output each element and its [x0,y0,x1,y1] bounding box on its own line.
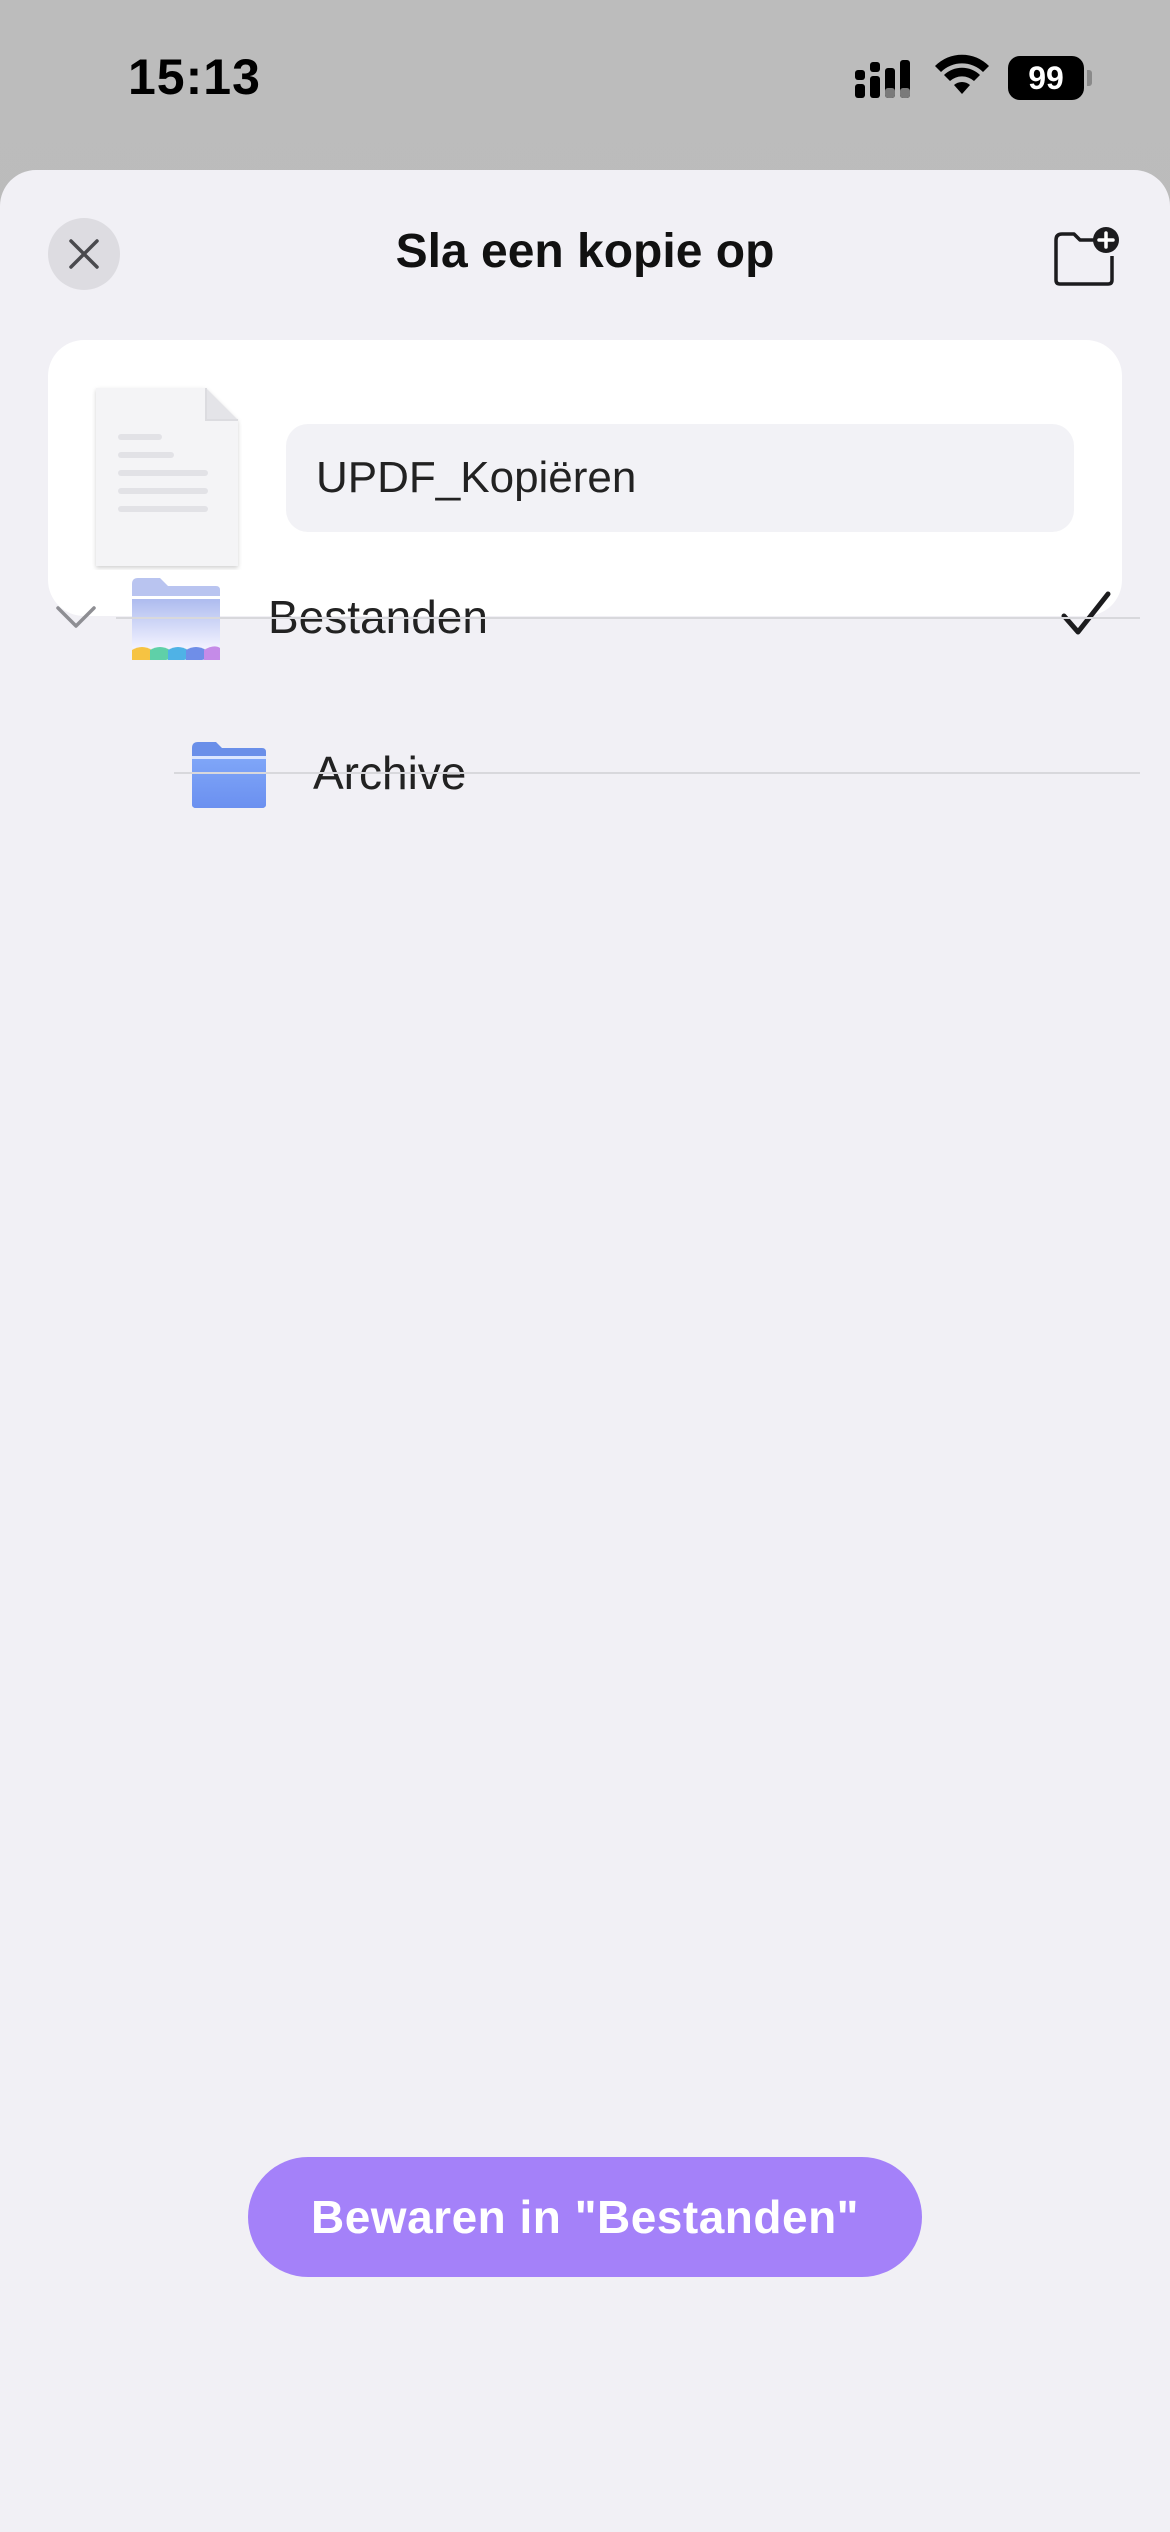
battery-tip [1087,70,1092,86]
cellular-signal-icon [855,60,910,98]
status-bar: 15:13 99 [0,0,1170,170]
save-copy-sheet: Sla een kopie op UPDF_Kopiëren Bestanden… [0,170,1170,2532]
wifi-icon [935,54,989,94]
folder-icon [192,742,266,808]
battery-indicator: 99 [1008,56,1092,100]
divider [174,772,1140,774]
file-name-input[interactable]: UPDF_Kopiëren [286,424,1074,532]
checkmark-icon [1061,591,1111,635]
save-button[interactable]: Bewaren in "Bestanden" [248,2157,922,2277]
sheet-title: Sla een kopie op [395,225,775,278]
folder-row-archive[interactable]: Archive [0,696,1170,852]
new-folder-icon[interactable] [1050,226,1120,288]
files-app-folder-icon [132,578,220,660]
chevron-down-icon[interactable] [54,602,98,632]
battery-level: 99 [1008,56,1084,100]
status-time: 15:13 [128,49,261,105]
divider [116,617,1140,619]
screen: 15:13 99 Sla een kopie op UPDF_Kopiëren … [0,0,1170,2532]
